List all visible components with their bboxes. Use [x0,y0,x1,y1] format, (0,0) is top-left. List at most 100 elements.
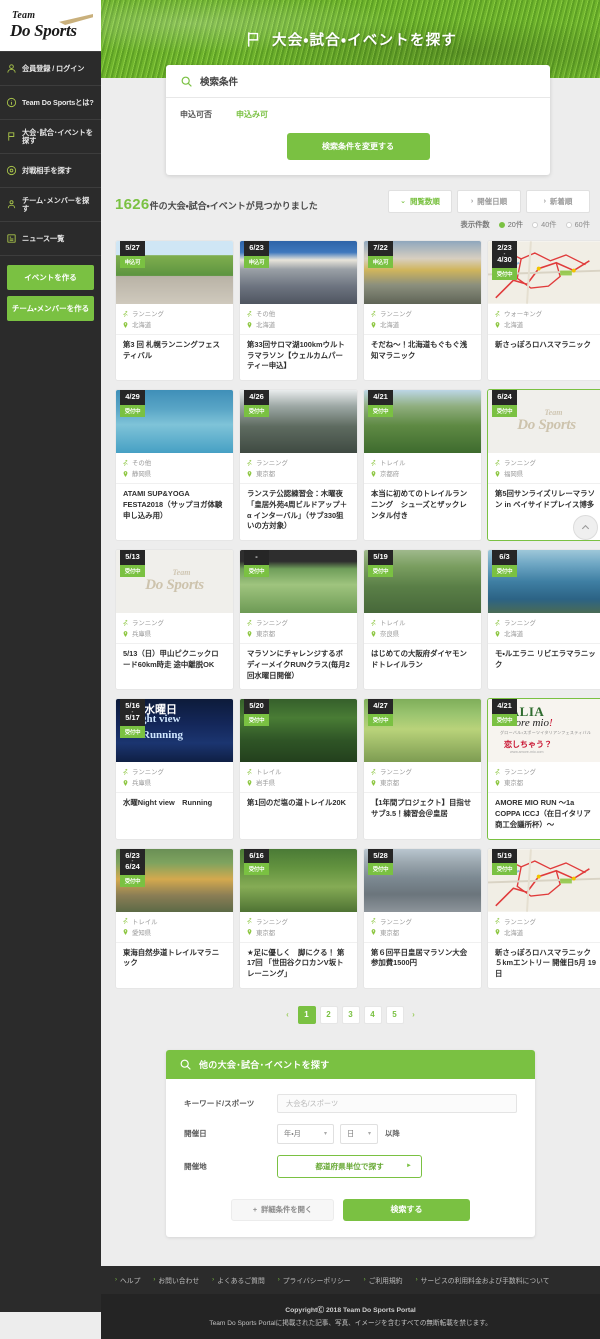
event-location-line: 愛知県 [122,928,227,937]
sort-button-views[interactable]: ⌄ 閲覧数順 [388,190,452,213]
footer-link[interactable]: › サービスの利用料金および手数料について [416,1275,550,1285]
create-team-button[interactable]: チーム・メンバーを作る [7,296,94,321]
event-card[interactable]: - 受付中 ランニング 東京都 マラソンにチャレンジするボディーメイクRUNクラス(毎月… [239,549,358,691]
event-card[interactable]: 4/27 受付中 ランニング 東京都 【1年間プロジェクト】目指せサブ3.5！練習会＠皇… [363,698,482,840]
event-title: ★足に優しく 脚にクる！ 第17回 「世田谷クロカンV坂トレーニング」 [240,941,357,988]
sidebar-item-find-opponents[interactable]: 対戦相手を探す [0,154,101,188]
footer-link[interactable]: › プライバシーポリシー [278,1275,351,1285]
place-label: 開催地 [184,1161,207,1171]
event-card[interactable]: 5/27 申込可 ランニング 北海道 第3 回 札幌ランニングフェスティバル [115,240,234,382]
event-category: ランニング [132,311,164,318]
sidebar: Team Do Sports 会員登録 / ログイン Team Do Sport… [0,0,101,1312]
sidebar-item-find-members[interactable]: チーム･メンバーを探す [0,188,101,222]
event-card[interactable]: 4/26 受付中 ランニング 東京都 ランステ公認練習会：木曜夜「皇居外苑4周ビルドアッ… [239,389,358,542]
event-card-image: Team Do Sports 6/24 受付中 [488,390,600,454]
condition-value: 申込み可 [236,110,268,119]
event-location: 京都府 [380,471,400,479]
event-date-badge: 5/19 [492,848,517,864]
chevron-right-icon: › [277,1276,280,1283]
location-pin-icon [246,470,253,478]
per-page-option-60[interactable]: 60件 [565,220,590,230]
results-count: 1626件の大会・試合・イベントが見つかりました [115,190,318,214]
per-page-option-20[interactable]: 20件 [498,220,523,230]
event-location: 北海道 [504,929,524,937]
pagination-page-2[interactable]: 2 [319,1005,338,1024]
per-page-option-40[interactable]: 40件 [532,220,557,230]
event-card[interactable]: 6/3 受付中 ランニング 北海道 モ・ルエラニ リビエラマラニック [487,549,600,691]
event-title: 第3 回 札幌ランニングフェスティバル [116,334,233,380]
sidebar-item-about[interactable]: Team Do Sportsとは? [0,86,101,120]
location-pin-icon [246,321,253,329]
event-card[interactable]: 5/19 受付中 ランニング 北海道 新さっぽろロハスマラニック５kmエントリー 開催日… [487,847,600,989]
footer-link[interactable]: › ご利用規約 [364,1275,403,1285]
pagination-page-4[interactable]: 4 [363,1005,382,1024]
sort-button-date[interactable]: › 開催日順 [457,190,521,213]
event-status-badge: 受付中 [120,565,145,578]
change-condition-button[interactable]: 検索条件を変更する [286,133,430,160]
event-category: ランニング [380,918,412,926]
event-location: 東京都 [380,780,400,788]
chevron-right-icon: ► [406,1163,412,1170]
site-logo[interactable]: Team Do Sports [0,0,101,51]
pagination-page-3[interactable]: 3 [341,1005,360,1024]
location-pin-icon [494,630,501,638]
event-card-image: 6/3 受付中 [488,550,600,614]
event-location: 北海道 [504,322,524,329]
event-card[interactable]: 6/23 申込可 その他 北海道 第33回サロマ湖100kmウルトラマラソン【ウェルカム… [239,240,358,382]
per-page-option-label: 60件 [574,220,590,229]
sidebar-item-register-login[interactable]: 会員登録 / ログイン [0,52,101,86]
keyword-row: キーワード/スポーツ [184,1093,517,1113]
per-page-option-label: 40件 [541,220,557,229]
year-month-select[interactable]: 年・月 ▾ [277,1123,334,1144]
event-location-line: 岩手県 [246,778,351,787]
event-title: 東海自然歩道トレイルマラニック [116,941,233,988]
pagination-page-1[interactable]: 1 [297,1005,316,1024]
pagination-prev[interactable]: ‹ [282,1006,294,1024]
bottom-search-form: 他の大会･試合･イベントを探す キーワード/スポーツ 開催日 年・月 ▾ 日 ▾… [166,1049,535,1237]
sidebar-item-label: ニュース一覧 [22,233,65,243]
create-event-button[interactable]: イベントを作る [7,265,94,290]
footer-link[interactable]: › お問い合わせ [153,1275,199,1285]
keyword-input[interactable] [277,1093,517,1113]
advanced-options-button[interactable]: + 詳細条件を開く [231,1198,334,1221]
sort-button-newest[interactable]: › 新着順 [526,190,590,213]
footer-link-label: よくあるご質問 [217,1277,265,1285]
event-card[interactable]: 2/23-4/30 受付中 ウォーキング 北海道 新さっぽろロハスマラニック [487,240,600,382]
event-card[interactable]: 水曜日 Night view Running 5/16-5/17 受付中 ランニング 兵庫県… [115,698,234,840]
prefecture-search-button[interactable]: 都道府県単位で探す ► [277,1154,422,1178]
event-category: トレイル [380,460,406,468]
pagination-page-5[interactable]: 5 [385,1005,404,1024]
date-label: 開催日 [184,1129,207,1139]
event-card[interactable]: 7/22 申込可 ランニング 北海道 そだね～！北海道もぐもぐ浅知マラニック [363,240,482,382]
running-icon [370,459,377,467]
event-card[interactable]: 4/21 受付中 トレイル 京都府 本当に初めてのトレイルランニング シューズとザックレ… [363,389,482,542]
event-card[interactable]: 5/19 受付中 トレイル 奈良県 はじめての大阪府ダイヤモンドトレイルラン [363,549,482,691]
event-location-line: 北海道 [494,928,599,937]
event-card[interactable]: 5/28 受付中 ランニング 東京都 第６回平日皇居マラソン大会 参加費1500円 [363,847,482,989]
day-select[interactable]: 日 ▾ [340,1123,378,1144]
event-card[interactable]: Team Do Sports 5/13 受付中 ランニング 兵庫県 5/13（日）甲山ピクニ… [115,549,234,691]
event-category: ランニング [132,620,164,628]
pagination-next[interactable]: › [408,1006,420,1024]
event-card[interactable]: 4/29 受付中 その他 静岡県 ATAMI SUP&YOGA FESTA2018（サッ… [115,389,234,542]
footer-link[interactable]: › よくあるご質問 [212,1275,265,1285]
event-card[interactable]: 6/23-6/24 受付中 トレイル 愛知県 東海自然歩道トレイルマラニック [115,847,234,989]
event-card[interactable]: ITALIA amore mio! グローバル・スポーツイタリアンフェスティバル 恋し… [487,698,600,840]
sidebar-item-news[interactable]: ニュース一覧 [0,222,101,256]
event-title: AMORE MIO RUN ～1a COPPA ICCJ（在日イタリア商工会議所… [488,792,600,838]
event-card-image: 6/16 受付中 [240,848,357,912]
event-status-badge: 受付中 [368,405,393,418]
footer-link[interactable]: › ヘルプ [115,1275,140,1285]
radio-icon [565,222,572,228]
scroll-to-top-button[interactable] [573,515,598,540]
sidebar-item-find-events[interactable]: 大会･試合･イベントを探す [0,120,101,154]
event-card-image: 7/22 申込可 [364,241,481,304]
condition-key: 申込可否 [180,110,212,119]
event-card[interactable]: 6/16 受付中 ランニング 東京都 ★足に優しく 脚にクる！ 第17回 「世田谷クロカ… [239,847,358,989]
submit-search-button[interactable]: 検索する [343,1198,470,1221]
location-pin-icon [246,779,253,787]
event-card-badges: 5/19 受付中 [492,848,517,876]
event-card[interactable]: 5/20 受付中 トレイル 岩手県 第1回のだ塩の道トレイル20K [239,698,358,840]
event-location: 奈良県 [380,631,400,639]
event-date-badge: 6/24 [492,390,517,406]
